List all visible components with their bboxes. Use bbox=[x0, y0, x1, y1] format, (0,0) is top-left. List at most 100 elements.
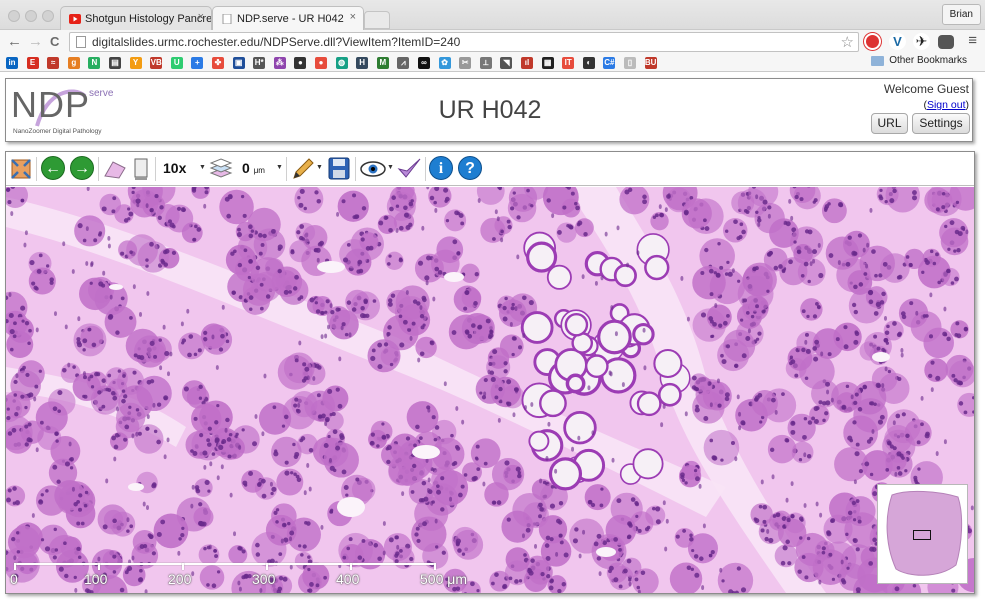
bookmark-icon[interactable]: H bbox=[356, 57, 369, 69]
pencil-annotate-icon[interactable] bbox=[290, 156, 316, 182]
bookmark-icon[interactable]: ▦ bbox=[541, 57, 554, 69]
tissue-canvas[interactable] bbox=[6, 187, 974, 593]
info-icon[interactable]: i bbox=[429, 156, 453, 182]
bookmark-icon[interactable]: ✂ bbox=[459, 57, 472, 69]
bookmark-icon[interactable]: C# bbox=[603, 57, 616, 69]
bookmark-icon[interactable]: g bbox=[67, 57, 80, 69]
reload-button[interactable]: C bbox=[50, 33, 59, 51]
help-icon[interactable]: ? bbox=[458, 156, 482, 182]
bookmark-icon[interactable]: ıl bbox=[521, 57, 533, 69]
checkmark-icon[interactable] bbox=[396, 156, 422, 182]
bookmark-icon[interactable]: H* bbox=[253, 57, 266, 69]
forward-arrow-icon[interactable]: → bbox=[70, 156, 94, 182]
back-button[interactable]: ← bbox=[7, 33, 22, 51]
bookmark-icon[interactable]: E bbox=[26, 57, 39, 69]
signout-link[interactable]: Sign out bbox=[927, 99, 966, 111]
save-disk-icon[interactable] bbox=[327, 156, 351, 182]
view-dropdown-icon[interactable]: ▼ bbox=[387, 164, 394, 171]
magnification-dropdown-icon[interactable]: ▼ bbox=[199, 164, 206, 171]
new-tab-button[interactable] bbox=[364, 11, 390, 29]
bookmark-icon[interactable]: ⁂ bbox=[273, 57, 286, 69]
scale-label: 500 μm bbox=[420, 571, 467, 587]
toolbar-separator bbox=[36, 157, 37, 181]
view-eye-icon[interactable] bbox=[360, 156, 388, 182]
bookmark-icon[interactable]: ✤ bbox=[212, 57, 224, 69]
bookmarks-bar: in E ≈ g N ▤ Y VB U + ✤ ▣ H* ⁂ ● ● ◍ H M ⩘ ∞ ✿ ✂ ⟂ ◥ ıl ▦ IT ◐ C# ▯ BU … bbox=[0, 54, 985, 72]
slide-image[interactable] bbox=[6, 187, 974, 593]
magnification-value[interactable]: 10x bbox=[163, 160, 186, 176]
bookmark-icon[interactable]: ▯ bbox=[624, 57, 636, 69]
toolbar-separator bbox=[155, 157, 156, 181]
tab-close-icon[interactable]: × bbox=[350, 11, 356, 23]
bookmark-icon[interactable]: IT bbox=[562, 57, 575, 69]
minimize-window-button[interactable] bbox=[25, 10, 37, 22]
bookmark-icon[interactable]: ⟂ bbox=[479, 57, 492, 69]
focus-dropdown-icon[interactable]: ▼ bbox=[276, 164, 283, 171]
bookmark-icon[interactable]: ∞ bbox=[418, 57, 430, 69]
tab-ndp-serve[interactable]: NDP.serve - UR H042 × bbox=[212, 6, 364, 30]
bookmark-icon[interactable]: ● bbox=[294, 57, 307, 69]
page-icon bbox=[76, 36, 86, 48]
scale-tick bbox=[434, 563, 436, 570]
bookmark-icon[interactable]: ◍ bbox=[335, 57, 348, 69]
scale-label: 0 bbox=[10, 571, 18, 587]
bookmark-icon[interactable]: ◐ bbox=[582, 57, 595, 69]
bookmark-icon[interactable]: VB bbox=[150, 57, 163, 69]
toolbar-separator bbox=[286, 157, 287, 181]
other-bookmarks[interactable]: Other Bookmarks bbox=[871, 55, 967, 66]
viewer-toolbar: ← → 10x ▼ 0 μm ▼ ▼ ▼ i ? bbox=[6, 152, 974, 186]
scale-label: 200 bbox=[168, 571, 192, 587]
bookmark-icon[interactable]: ▣ bbox=[232, 57, 245, 69]
shortcut-extension-icon[interactable]: ✈ bbox=[913, 33, 930, 50]
bookmark-icon[interactable]: N bbox=[88, 57, 101, 69]
scale-tick bbox=[14, 563, 16, 570]
browser-menu-icon[interactable]: ≡ bbox=[968, 32, 977, 49]
bookmark-icon[interactable]: ◥ bbox=[500, 57, 513, 69]
slide-label-icon[interactable] bbox=[131, 156, 151, 182]
v-extension-icon[interactable]: V bbox=[889, 33, 906, 50]
scale-tick bbox=[350, 563, 352, 570]
scale-tick bbox=[98, 563, 100, 570]
bookmark-icon[interactable]: BU bbox=[644, 57, 657, 69]
forward-button[interactable]: → bbox=[28, 33, 43, 51]
url-text[interactable]: digitalslides.urmc.rochester.edu/NDPServ… bbox=[92, 35, 460, 49]
bookmark-icon[interactable]: Y bbox=[129, 57, 142, 69]
bookmark-icon[interactable]: ⩘ bbox=[397, 57, 410, 69]
annotate-dropdown-icon[interactable]: ▼ bbox=[316, 164, 323, 171]
bookmark-icon[interactable]: M bbox=[376, 57, 389, 69]
slide-thumbnail-icon[interactable] bbox=[103, 156, 127, 182]
bookmark-icon[interactable]: ≈ bbox=[47, 57, 60, 69]
bookmark-icon[interactable]: ▤ bbox=[109, 57, 121, 69]
close-window-button[interactable] bbox=[8, 10, 20, 22]
bookmark-icon[interactable]: U bbox=[170, 57, 183, 69]
settings-button[interactable]: Settings bbox=[912, 113, 970, 134]
profile-button[interactable]: Brian bbox=[941, 4, 981, 25]
toolbar-separator bbox=[425, 157, 426, 181]
bookmark-icon[interactable]: ● bbox=[315, 57, 327, 69]
pocket-extension-icon[interactable] bbox=[938, 35, 954, 49]
bookmark-icon[interactable]: + bbox=[191, 57, 204, 69]
back-arrow-icon[interactable]: ← bbox=[41, 156, 65, 182]
bookmark-icon[interactable]: in bbox=[6, 57, 18, 69]
fit-to-screen-icon[interactable] bbox=[9, 156, 33, 182]
address-bar[interactable]: digitalslides.urmc.rochester.edu/NDPServ… bbox=[69, 32, 859, 52]
url-button[interactable]: URL bbox=[871, 113, 908, 134]
opera-extension-icon[interactable] bbox=[864, 33, 881, 50]
focus-layers-icon[interactable] bbox=[208, 156, 234, 182]
focus-unit: μm bbox=[253, 166, 265, 175]
scale-label: 400 bbox=[336, 571, 360, 587]
focus-value[interactable]: 0 μm bbox=[242, 160, 265, 176]
bookmark-star-icon[interactable]: ☆ bbox=[841, 33, 854, 51]
logo-serve: serve bbox=[89, 88, 114, 99]
zoom-window-button[interactable] bbox=[42, 10, 54, 22]
scale-tick bbox=[266, 563, 268, 570]
scale-line bbox=[14, 563, 434, 565]
youtube-icon bbox=[69, 13, 81, 24]
slide-viewer: ← → 10x ▼ 0 μm ▼ ▼ ▼ i ? 0 100 200 300 4… bbox=[5, 151, 975, 594]
bookmark-icon[interactable]: ✿ bbox=[438, 57, 451, 69]
slide-overview-map[interactable] bbox=[877, 484, 968, 584]
tab-close-icon[interactable]: × bbox=[198, 11, 204, 23]
tab-shotgun-histology[interactable]: Shotgun Histology Pancrea × bbox=[60, 6, 212, 30]
logo-text: NDP bbox=[11, 84, 91, 125]
overview-viewport-box[interactable] bbox=[913, 530, 931, 540]
